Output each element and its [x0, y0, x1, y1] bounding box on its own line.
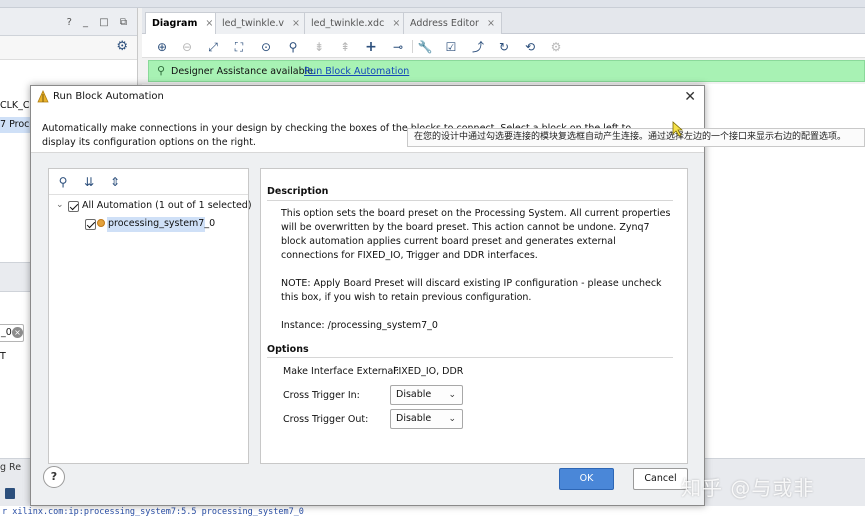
description-text: This option sets the board preset on the… — [281, 207, 676, 347]
chevron-down-icon: ⌄ — [448, 414, 456, 424]
bottom-panel-tabs[interactable]: g Re — [0, 462, 21, 473]
processing-system7-checkbox[interactable] — [85, 219, 96, 230]
cross-trigger-in-select[interactable]: Disable ⌄ — [390, 385, 463, 405]
wrench-icon[interactable]: 🔧 — [417, 39, 433, 55]
tab-address-editor[interactable]: Address Editor × — [403, 12, 502, 34]
tab-led-twinkle-v-close-icon[interactable]: × — [292, 18, 300, 29]
dialog-title: Run Block Automation — [53, 91, 164, 102]
clear-input-icon[interactable]: × — [12, 327, 23, 338]
search-icon[interactable]: ⚲ — [54, 173, 72, 191]
make-interface-external-value: FIXED_IO, DDR — [393, 366, 464, 377]
editor-tabs-bar: Diagram × led_twinkle.v × led_twinkle.xdc ×… — [142, 8, 865, 35]
search-icon[interactable]: ⚲ — [285, 39, 301, 55]
validate-icon[interactable]: ☑ — [443, 39, 459, 55]
zoom-out-icon[interactable]: ⊖ — [179, 39, 195, 55]
cursor-icon — [672, 121, 684, 137]
trash-icon[interactable] — [5, 488, 15, 499]
regenerate-icon[interactable]: ⟲ — [522, 39, 538, 55]
tab-led-twinkle-v[interactable]: led_twinkle.v × — [215, 12, 308, 34]
designer-assistance-bar: ⚲ Designer Assistance available. Run Blo… — [148, 60, 865, 82]
tab-diagram[interactable]: Diagram × — [145, 12, 221, 35]
close-icon[interactable]: ✕ — [684, 88, 696, 106]
tab-led-twinkle-xdc-label: led_twinkle.xdc — [311, 18, 385, 29]
cross-trigger-out-value: Disable — [396, 413, 432, 424]
add-ip-icon[interactable]: + — [363, 39, 379, 55]
description-note: NOTE: Apply Board Preset will discard ex… — [281, 278, 662, 303]
run-block-automation-dialog: Run Block Automation ✕ Automatically mak… — [30, 85, 705, 506]
route-icon[interactable]: ⤴ — [470, 39, 486, 55]
cancel-button[interactable]: Cancel — [633, 468, 688, 490]
tree-toolbar: ⚲ ⇊ ⇕ — [49, 169, 248, 195]
zhihu-watermark: 知乎 @与或非 — [681, 476, 815, 500]
description-header: Description — [267, 186, 329, 197]
debug-icon[interactable]: ⚙ — [548, 39, 564, 55]
cross-trigger-out-select[interactable]: Disable ⌄ — [390, 409, 463, 429]
all-automation-label: All Automation (1 out of 1 selected) — [82, 200, 252, 211]
gear-icon[interactable]: ⚙ — [116, 39, 128, 54]
run-block-automation-link[interactable]: Run Block Automation — [304, 66, 409, 77]
description-paragraph: This option sets the board preset on the… — [281, 208, 671, 261]
options-header: Options — [267, 344, 309, 355]
configuration-pane: Description This option sets the board p… — [260, 168, 688, 464]
automation-tree-pane: ⚲ ⇊ ⇕ ⌄ All Automation (1 out of 1 selec… — [48, 168, 252, 464]
tab-led-twinkle-xdc[interactable]: led_twinkle.xdc × — [304, 12, 408, 34]
help-button[interactable]: ? — [43, 466, 65, 488]
expand-icon[interactable]: ⇞ — [337, 39, 353, 55]
ide-top-strip — [0, 0, 865, 8]
cross-trigger-in-label: Cross Trigger In: — [283, 390, 360, 401]
tab-diagram-close-icon[interactable]: × — [205, 18, 213, 29]
zoom-area-icon[interactable]: ⛶ — [231, 39, 247, 55]
processing-system7-label: processing_system7_0 — [108, 218, 216, 229]
tab-address-editor-close-icon[interactable]: × — [487, 18, 495, 29]
tab-address-editor-label: Address Editor — [410, 18, 479, 29]
assistance-text: Designer Assistance available. — [171, 66, 317, 77]
properties-fragment-t: T — [0, 351, 6, 362]
translation-tooltip: 在您的设计中通过勾选要连接的模块复选框自动产生连接。通过选择左边的一个接口来显示… — [407, 128, 865, 147]
dialog-title-bar[interactable]: Run Block Automation ✕ — [31, 86, 704, 108]
tree-item-processing-system7[interactable]: processing_system7_0 — [49, 216, 248, 233]
ip-core-icon — [97, 219, 105, 227]
toolbar-separator — [412, 40, 413, 53]
chevron-down-icon: ⌄ — [448, 390, 456, 400]
tab-led-twinkle-v-label: led_twinkle.v — [222, 18, 285, 29]
description-instance: Instance: /processing_system7_0 — [281, 320, 438, 331]
assistant-wand-icon: ⚲ — [157, 64, 166, 77]
connect-icon[interactable]: ⊸ — [390, 39, 406, 55]
chevron-down-icon[interactable]: ⌄ — [56, 200, 64, 210]
tab-diagram-label: Diagram — [152, 18, 198, 29]
panel-window-controls[interactable]: ? _ □ ⧉ — [67, 17, 131, 28]
tcl-console-line: r xilinx.com:ip:processing_system7:5.5 p… — [0, 506, 865, 519]
options-rule — [267, 357, 673, 358]
tree-item-all-automation[interactable]: ⌄ All Automation (1 out of 1 selected) — [49, 198, 252, 215]
zoom-fit-icon[interactable]: ⤢ — [205, 39, 221, 55]
cross-trigger-out-label: Cross Trigger Out: — [283, 414, 369, 425]
collapse-icon[interactable]: ⇟ — [311, 39, 327, 55]
collapse-all-icon[interactable]: ⇊ — [80, 173, 98, 191]
cross-trigger-in-value: Disable — [396, 389, 432, 400]
ok-button[interactable]: OK — [559, 468, 614, 490]
tab-led-twinkle-xdc-close-icon[interactable]: × — [392, 18, 400, 29]
expand-all-icon[interactable]: ⇕ — [106, 173, 124, 191]
vivado-logo-icon — [37, 90, 49, 103]
diagram-toolbar: ⊕ ⊖ ⤢ ⛶ ⊙ ⚲ ⇟ ⇞ + ⊸ 🔧 ☑ ⤴ ↻ ⟲ ⚙ — [142, 34, 865, 58]
make-interface-external-label: Make Interface External: — [283, 366, 400, 377]
all-automation-checkbox[interactable] — [68, 201, 79, 212]
zoom-in-icon[interactable]: ⊕ — [154, 39, 170, 55]
target-icon[interactable]: ⊙ — [258, 39, 274, 55]
description-rule — [267, 200, 673, 201]
refresh-icon[interactable]: ↻ — [496, 39, 512, 55]
